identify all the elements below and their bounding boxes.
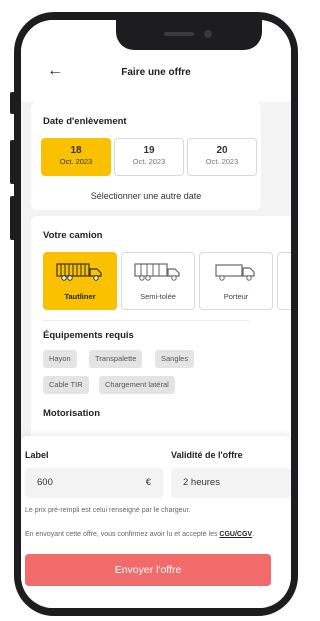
- price-value: 600: [37, 477, 53, 488]
- rigid-truck-icon: [215, 264, 255, 281]
- pickup-date-card: Date d'enlèvement 18 Oct. 2023 19 Oct. 2…: [31, 102, 261, 210]
- truck-card: Votre camion Tautliner Semi-tolée Porteu…: [31, 216, 291, 456]
- pickup-date-title: Date d'enlèvement: [43, 116, 127, 127]
- truck-type-label: Tautliner: [64, 292, 96, 301]
- validity-select[interactable]: 2 heures: [171, 468, 291, 498]
- truck-type-label: Porteur: [223, 292, 249, 301]
- equipment-chip[interactable]: Transpalette: [89, 350, 143, 368]
- truck-type-porteur[interactable]: Porteur: [199, 252, 273, 310]
- truck-type-more[interactable]: [277, 252, 291, 310]
- date-day: 18: [70, 145, 82, 156]
- equipment-chip[interactable]: Cable TIR: [43, 376, 89, 394]
- date-month: Oct. 2023: [59, 157, 93, 166]
- send-offer-button[interactable]: Envoyer l'offre: [25, 554, 271, 586]
- validity-label: Validité de l'offre: [171, 450, 243, 460]
- date-option-18[interactable]: 18 Oct. 2023: [41, 138, 111, 176]
- front-camera: [204, 30, 212, 38]
- truck-type-semi-tolee[interactable]: Semi-tolée: [121, 252, 195, 310]
- section-divider: [43, 320, 249, 321]
- date-month: Oct. 2023: [132, 157, 166, 166]
- terms-note: En envoyant cette offre, vous confirmez …: [25, 530, 275, 539]
- price-label: Label: [25, 450, 49, 460]
- equipment-chip[interactable]: Hayon: [43, 350, 77, 368]
- truck-type-label: Semi-tolée: [140, 292, 176, 301]
- equipment-chip[interactable]: Chargement latéral: [99, 376, 175, 394]
- app-screen: ← Faire une offre Date d'enlèvement 18 O…: [21, 20, 291, 608]
- terms-link[interactable]: CGU/CGV: [219, 531, 252, 538]
- truck-title: Votre camion: [43, 230, 103, 241]
- validity-value: 2 heures: [183, 477, 220, 488]
- tautliner-truck-icon: [56, 263, 102, 281]
- terms-end: .: [252, 531, 255, 538]
- currency-symbol: €: [145, 477, 151, 488]
- select-other-date-link[interactable]: Sélectionner une autre date: [31, 191, 261, 201]
- motorisation-title: Motorisation: [43, 408, 100, 419]
- equipment-title: Équipements requis: [43, 330, 134, 341]
- price-input[interactable]: 600 €: [25, 468, 163, 498]
- date-option-19[interactable]: 19 Oct. 2023: [114, 138, 184, 176]
- terms-text: En envoyant cette offre, vous confirmez …: [25, 531, 220, 538]
- date-day: 19: [143, 145, 155, 156]
- equipment-chip[interactable]: Sangles: [155, 350, 195, 368]
- date-month: Oct. 2023: [205, 157, 239, 166]
- truck-type-tautliner[interactable]: Tautliner: [43, 252, 117, 310]
- page-title: Faire une offre: [121, 67, 191, 78]
- phone-notch: [116, 20, 262, 50]
- semi-trailer-truck-icon: [134, 263, 180, 281]
- date-day: 20: [216, 145, 228, 156]
- price-prefill-note: Le prix pré-rempli est celui renseigné p…: [25, 507, 191, 514]
- speaker-grille: [164, 32, 194, 36]
- date-option-20[interactable]: 20 Oct. 2023: [187, 138, 257, 176]
